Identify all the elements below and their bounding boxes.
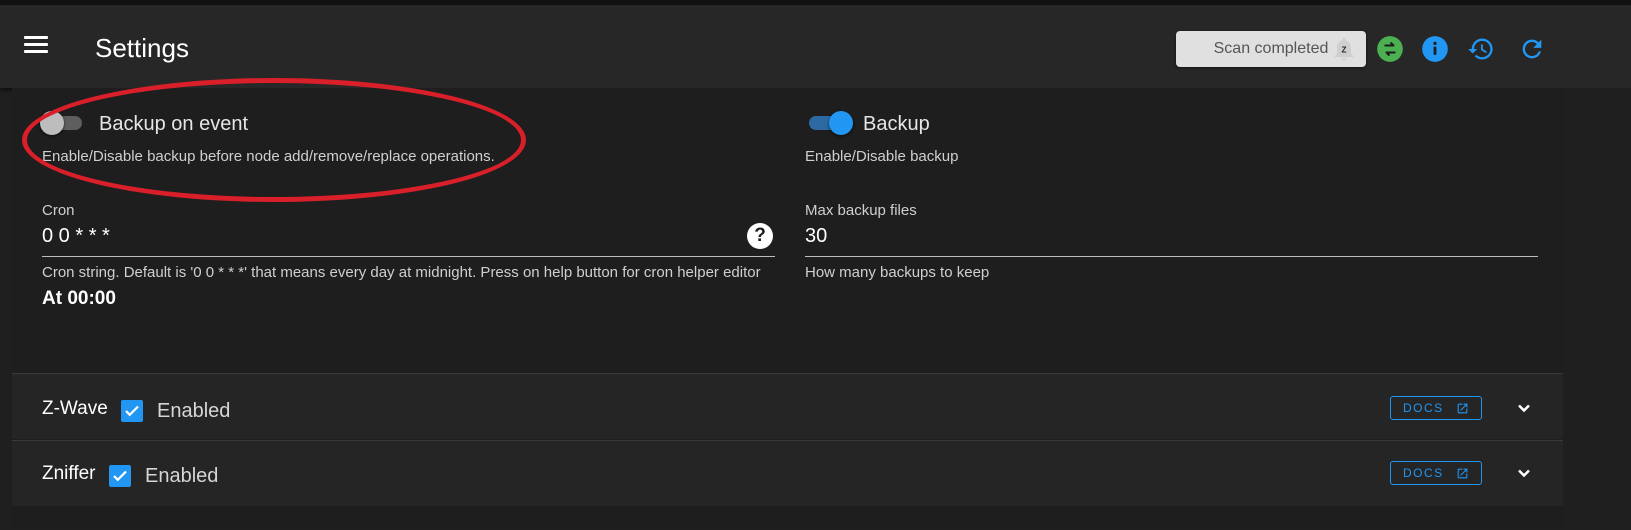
cron-label: Cron [42,202,75,219]
app-root: Settings Scan completed Z Backup on even… [0,0,1631,530]
zniffer-enabled-label: Enabled [145,465,219,487]
switch-thumb [40,111,64,135]
zwave-enabled-label: Enabled [157,400,231,422]
max-backup-files-input[interactable]: 30 [805,225,827,248]
info-icon[interactable] [1421,35,1449,63]
annotation-highlight [22,78,526,202]
zwave-docs-button[interactable]: DOCS [1390,396,1482,420]
chevron-down-icon[interactable] [1514,398,1534,418]
right-margin [1563,88,1631,530]
open-external-icon [1457,468,1468,479]
max-backup-files-underline [805,256,1538,257]
backup-hint: Enable/Disable backup [805,148,959,165]
docs-label: DOCS [1403,401,1444,415]
refresh-icon[interactable] [1518,35,1546,63]
cron-underline [42,256,775,257]
docs-label: DOCS [1403,466,1444,480]
open-external-icon [1457,403,1468,414]
panel-title: Zniffer [42,463,96,484]
switch-thumb [829,111,853,135]
help-icon[interactable]: ? [747,223,773,249]
cron-input[interactable]: 0 0 * * * [42,225,110,248]
notification-badge-text: Z [1342,46,1347,55]
max-backup-files-label: Max backup files [805,202,917,219]
zniffer-enabled-checkbox[interactable] [109,465,131,487]
backup-on-event-hint: Enable/Disable backup before node add/re… [42,148,495,165]
panel-zniffer[interactable]: Zniffer Enabled DOCS [12,440,1563,506]
panel-zwave[interactable]: Z-Wave Enabled DOCS [12,373,1563,439]
backup-on-event-label: Backup on event [99,113,248,135]
history-icon[interactable] [1467,35,1495,63]
max-backup-files-hint: How many backups to keep [805,264,990,281]
cron-description: At 00:00 [42,288,116,309]
notification-icon[interactable]: Z [1330,35,1358,63]
zwave-enabled-checkbox[interactable] [121,400,143,422]
backup-label: Backup [863,113,930,135]
sync-icon[interactable] [1376,35,1404,63]
cron-hint: Cron string. Default is '0 0 * * *' that… [42,264,761,281]
menu-icon[interactable] [24,33,50,57]
app-bar: Settings Scan completed Z [0,0,1631,88]
page-title: Settings [95,33,189,63]
chevron-down-icon[interactable] [1514,463,1534,483]
panel-title: Z-Wave [42,398,108,419]
zniffer-docs-button[interactable]: DOCS [1390,461,1482,485]
